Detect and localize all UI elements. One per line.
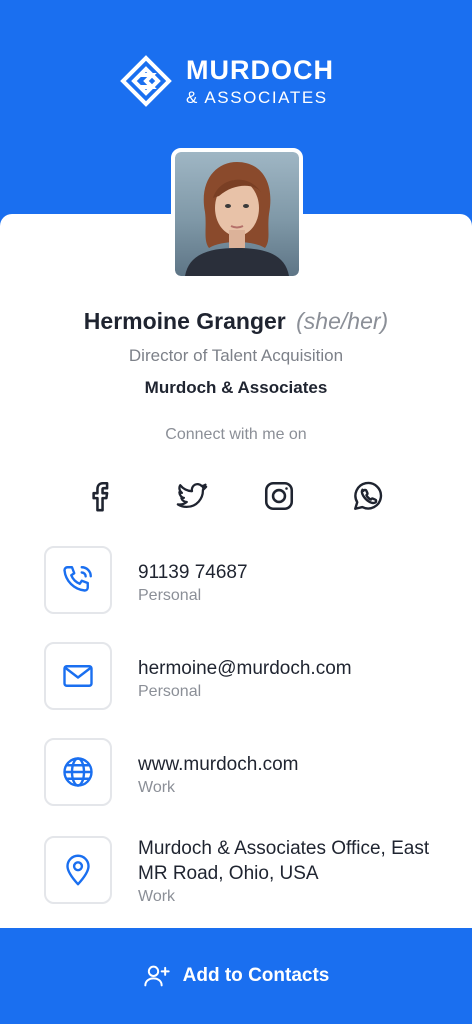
add-to-contacts-button[interactable]: Add to Contacts [0, 928, 472, 1024]
contact-label: Work [138, 888, 176, 905]
whatsapp-icon [354, 481, 383, 510]
phone-icon-box [44, 546, 112, 614]
twitter-icon [176, 483, 208, 509]
location-icon-box [44, 836, 112, 904]
contact-value: 91139 74687 [138, 562, 248, 583]
mail-icon-box [44, 642, 112, 710]
contact-label: Personal [138, 587, 202, 604]
globe-icon [63, 757, 93, 787]
contact-address-row[interactable]: Murdoch & Associates Office, East MR Roa… [44, 836, 444, 916]
contact-email-row[interactable]: hermoine@murdoch.com Personal [44, 642, 444, 718]
contact-value: www.murdoch.com [138, 754, 299, 775]
location-pin-icon [66, 854, 90, 886]
instagram-link[interactable] [259, 476, 299, 516]
company-name: Murdoch & Associates [144, 378, 328, 397]
add-to-contacts-label: Add to Contacts [182, 965, 330, 986]
instagram-icon [264, 481, 294, 511]
brand-logo: MURDOCH & ASSOCIATES [120, 55, 334, 107]
phone-icon [63, 566, 92, 592]
add-user-icon [143, 965, 170, 987]
whatsapp-link[interactable] [348, 476, 388, 516]
contact-value: Murdoch & Associates Office, East MR Roa… [138, 838, 430, 884]
contact-website-row[interactable]: www.murdoch.com Work [44, 738, 444, 814]
contact-label: Personal [138, 683, 202, 700]
profile-name-row: Hermoine Granger (she/her) [0, 308, 472, 335]
contact-phone-row[interactable]: 91139 74687 Personal [44, 546, 444, 622]
profile-name: Hermoine Granger [83, 308, 286, 334]
twitter-link[interactable] [172, 476, 212, 516]
profile-pronouns: (she/her) [296, 308, 389, 334]
contact-label: Work [138, 779, 176, 796]
facebook-icon [92, 481, 109, 512]
job-title: Director of Talent Acquisition [128, 346, 344, 365]
avatar [171, 148, 303, 280]
connect-heading: Connect with me on [165, 426, 307, 443]
brand-logo-icon [120, 55, 172, 107]
globe-icon-box [44, 738, 112, 806]
brand-subtitle: & ASSOCIATES [186, 87, 328, 107]
mail-icon [63, 665, 93, 687]
brand-title: MURDOCH [186, 54, 334, 85]
contact-value: hermoine@murdoch.com [138, 658, 352, 679]
facebook-link[interactable] [80, 476, 120, 516]
